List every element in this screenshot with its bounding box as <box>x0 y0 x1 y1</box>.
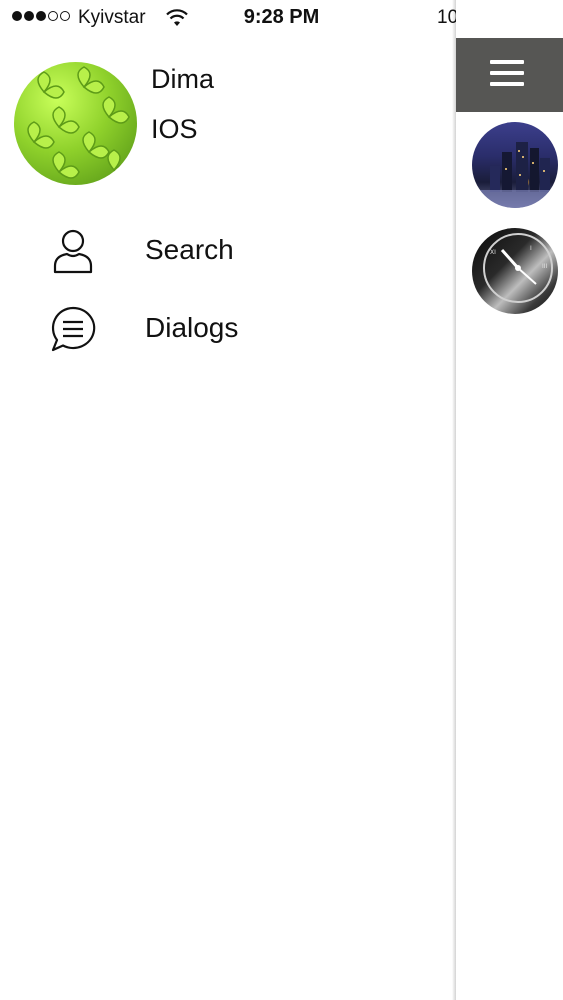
menu-item-dialogs[interactable]: Dialogs <box>0 298 440 358</box>
profile-subtitle: IOS <box>151 114 198 144</box>
profile-name: Dima <box>151 64 215 94</box>
menu-item-label: Dialogs <box>145 312 239 343</box>
chat-avatar-clock[interactable]: ХІ І ІІІ <box>472 228 558 314</box>
nav-bar <box>456 38 563 112</box>
svg-text:І: І <box>530 245 532 252</box>
hamburger-icon[interactable] <box>490 60 524 87</box>
main-content-peek[interactable]: ХІ І ІІІ <box>456 0 563 1000</box>
city-photo-icon <box>472 142 558 208</box>
chat-avatar-city[interactable] <box>472 122 558 208</box>
user-icon <box>53 229 93 274</box>
menu-item-search[interactable]: Search <box>0 220 440 280</box>
svg-text:ХІ: ХІ <box>490 249 496 256</box>
profile-avatar[interactable] <box>14 62 137 185</box>
clover-photo-icon <box>27 66 135 179</box>
menu-item-label: Search <box>145 234 234 265</box>
chat-bubble-icon <box>51 306 96 352</box>
clock-photo-icon: ХІІІІІ <box>483 233 553 303</box>
svg-text:ІІІ: ІІІ <box>542 263 548 270</box>
